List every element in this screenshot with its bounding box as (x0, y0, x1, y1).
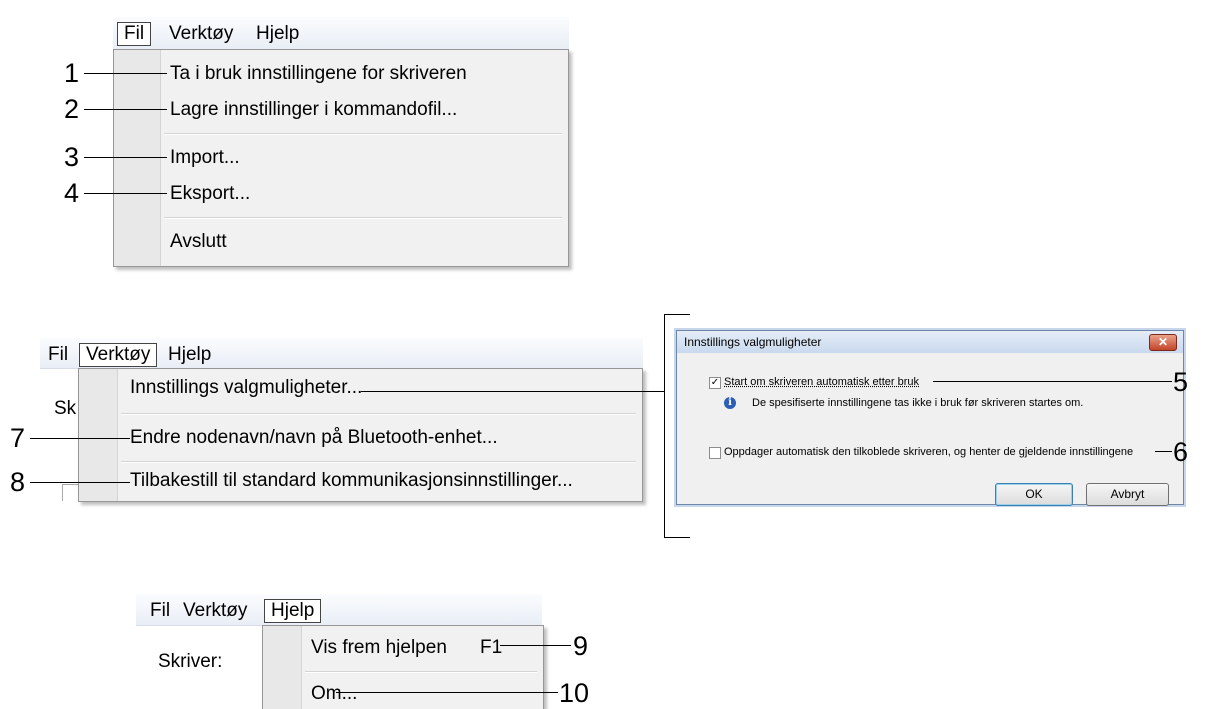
auto-detect-label[interactable]: Oppdager automatisk den tilkoblede skriv… (724, 445, 1133, 459)
verktoy-dropdown: Innstillings valgmuligheter... Endre nod… (78, 368, 643, 502)
shortcut-f1: F1 (480, 637, 503, 658)
menu-item-about[interactable]: Om... (311, 682, 357, 706)
menu-item-apply-settings[interactable]: Ta i bruk innstillingene for skriveren (170, 62, 467, 86)
auto-detect-checkbox[interactable] (709, 447, 721, 459)
callout-6: 6 (1173, 437, 1189, 467)
menu-fil[interactable]: Fil (44, 344, 72, 366)
dialog-title-text: Innstillings valgmuligheter (684, 335, 822, 349)
menu-item-export[interactable]: Eksport... (170, 182, 250, 206)
menu-bar: Fil Verktøy Hjelp (113, 17, 569, 50)
separator (121, 461, 636, 463)
menu-item-rename-node[interactable]: Endre nodenavn/navn på Bluetooth-enhet..… (130, 426, 498, 450)
callout-3: 3 (64, 142, 80, 172)
callout-4: 4 (64, 178, 80, 208)
callout-line-2 (84, 109, 167, 110)
menu-gutter (263, 626, 302, 709)
callout-2: 2 (64, 94, 80, 124)
menu-item-save-command-file[interactable]: Lagre innstillinger i kommandofil... (170, 98, 457, 122)
callout-7: 7 (10, 423, 26, 453)
separator (164, 217, 562, 219)
menu-verktoy[interactable]: Verktøy (79, 343, 158, 367)
callout-line-4 (84, 193, 167, 194)
close-icon[interactable]: ✕ (1149, 334, 1177, 351)
menu-hjelp[interactable]: Hjelp (164, 344, 215, 366)
ok-button[interactable]: OK (995, 483, 1073, 506)
info-icon: i (724, 397, 736, 409)
background-label: Sk (54, 398, 77, 419)
hjelp-dropdown: Vis frem hjelpen F1 Om... (262, 625, 544, 709)
menu-hjelp[interactable]: Hjelp (252, 23, 303, 45)
callout-5: 5 (1173, 367, 1189, 397)
callout-8: 8 (10, 467, 26, 497)
menu-item-show-help[interactable]: Vis frem hjelpen (311, 636, 447, 660)
menu-fil[interactable]: Fil (117, 22, 152, 46)
callout-line-5 (933, 381, 1172, 382)
menu-bar: Fil Verktøy Hjelp (136, 594, 542, 626)
separator (164, 133, 562, 135)
separator (305, 671, 537, 673)
menu-verktoy[interactable]: Verktøy (165, 23, 237, 45)
separator (121, 413, 636, 415)
auto-restart-checkbox[interactable]: ✓ (709, 377, 721, 389)
menu-gutter (114, 50, 161, 266)
cancel-button[interactable]: Avbryt (1086, 483, 1169, 506)
restart-note: De spesifiserte innstillingene tas ikke … (752, 397, 1084, 409)
fil-dropdown: Ta i bruk innstillingene for skriveren L… (113, 49, 569, 267)
callout-line-1 (84, 73, 167, 74)
menu-item-reset-communication[interactable]: Tilbakestill til standard kommunikasjons… (130, 469, 573, 493)
callout-line-3 (84, 157, 167, 158)
callout-9: 9 (573, 631, 589, 661)
auto-restart-label[interactable]: Start om skriveren automatisk etter bruk (724, 375, 919, 389)
dialog-title: Innstillings valgmuligheter ✕ (677, 331, 1183, 353)
callout-1: 1 (64, 58, 80, 88)
printer-label: Skriver: (158, 651, 223, 672)
menu-bar: Fil Verktøy Hjelp (40, 338, 643, 369)
menu-hjelp[interactable]: Hjelp (264, 599, 322, 623)
callout-10: 10 (559, 678, 590, 708)
callout-line-10 (336, 692, 558, 693)
callout-line-6 (1155, 451, 1172, 452)
callout-line-settings (361, 391, 664, 392)
menu-item-import[interactable]: Import... (170, 146, 240, 170)
settings-options-dialog: Innstillings valgmuligheter ✕ ✓ Start om… (676, 330, 1184, 506)
callout-line-8 (30, 482, 130, 483)
menu-item-exit[interactable]: Avslutt (170, 230, 227, 254)
menu-item-settings-options[interactable]: Innstillings valgmuligheter... (130, 376, 362, 400)
callout-line-9 (500, 645, 571, 646)
callout-line-7 (30, 438, 130, 439)
menu-fil[interactable]: Fil (146, 600, 174, 622)
menu-verktoy[interactable]: Verktøy (179, 600, 251, 622)
